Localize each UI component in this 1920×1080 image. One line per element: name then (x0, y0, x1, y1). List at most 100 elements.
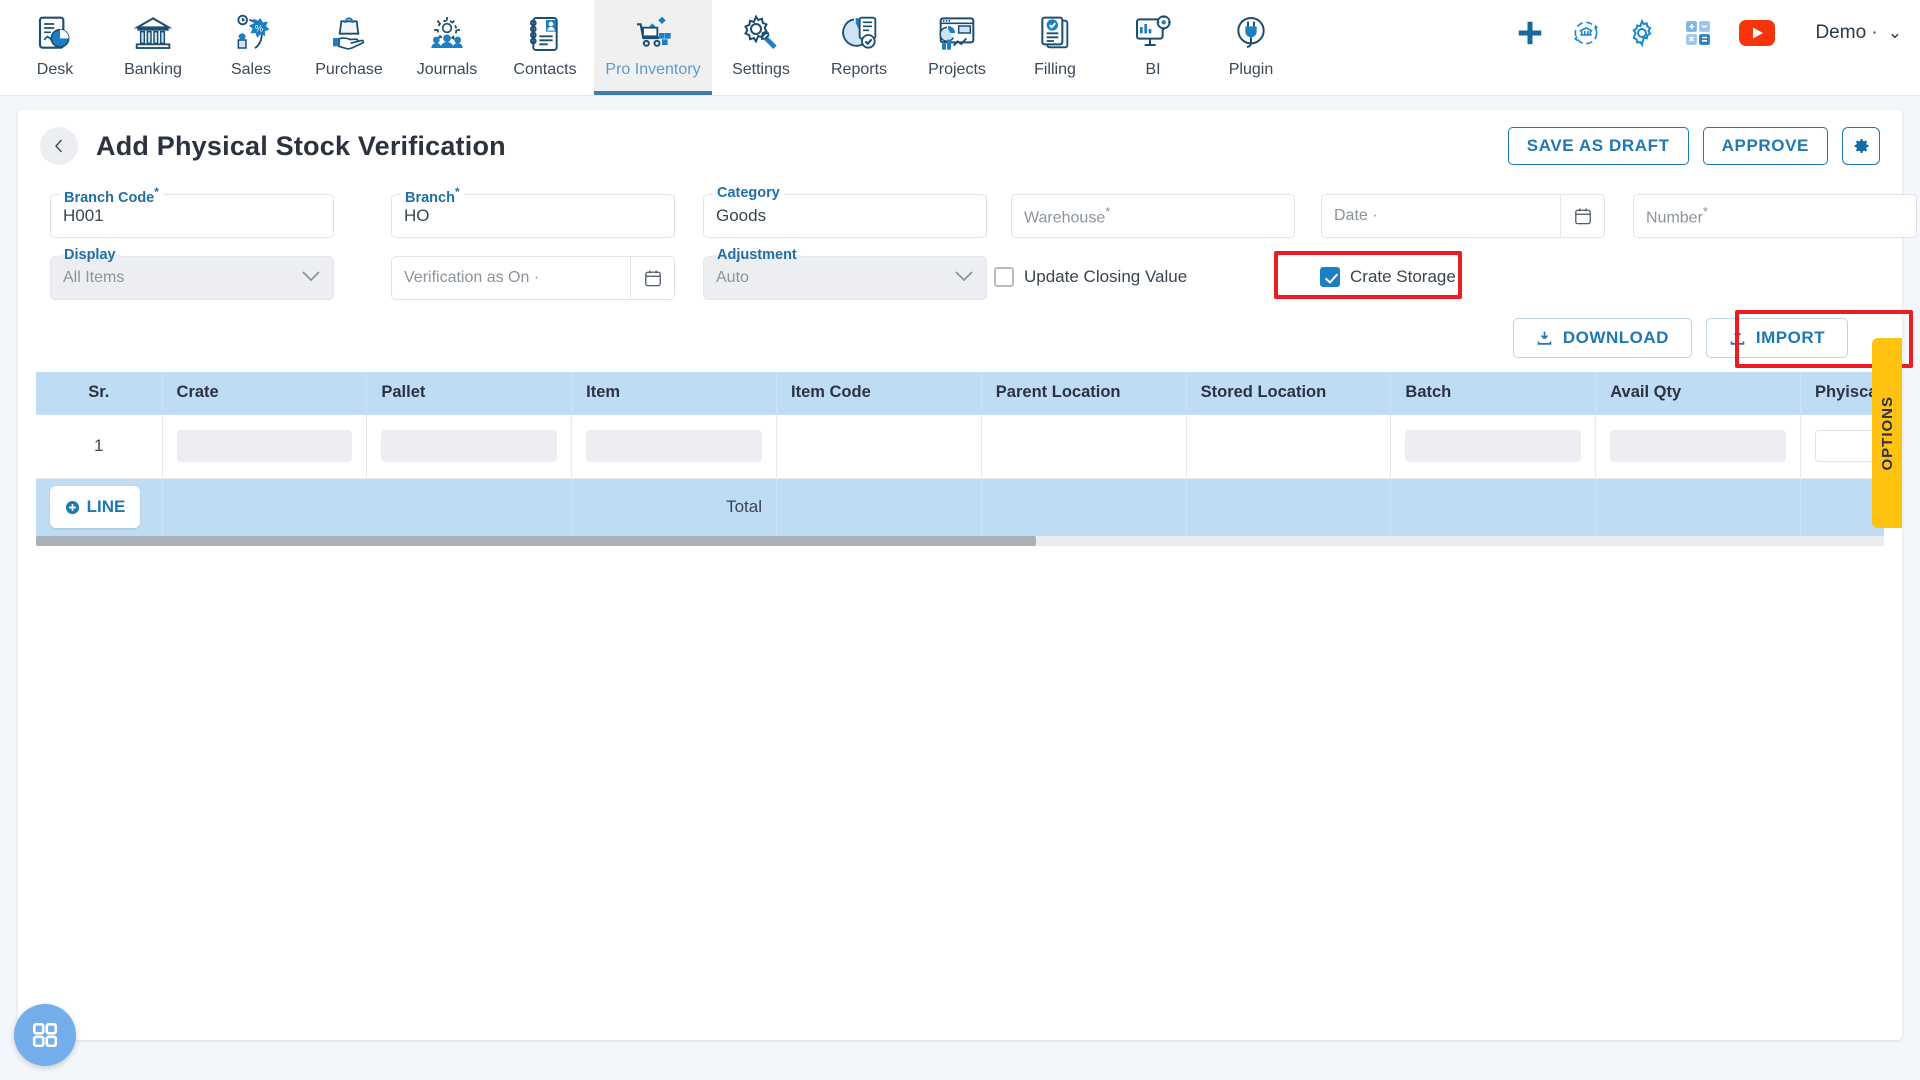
category-label: Category (713, 185, 784, 201)
user-menu-label: Demo · (1815, 22, 1878, 43)
inventory-cart-icon (633, 10, 673, 58)
column-header-crate: Crate (162, 372, 368, 415)
stock-verification-table: Sr. Crate Pallet Item Item Code Parent Locati… (36, 372, 1884, 536)
approve-button[interactable]: APPROVE (1702, 127, 1828, 165)
nav-item-label: Projects (928, 61, 986, 78)
column-header-sr: Sr. (36, 372, 163, 415)
nav-item-sales[interactable]: % Sales (202, 0, 300, 95)
nav-items-container: Desk Banking% Sales Purchase Journals Contact… (0, 0, 1300, 95)
download-icon (1537, 331, 1552, 345)
options-side-tab[interactable]: OPTIONS (1872, 338, 1902, 528)
date-calendar-button[interactable] (1560, 195, 1604, 237)
nav-item-plugin[interactable]: Plugin (1202, 0, 1300, 95)
branch-code-value: H001 (63, 206, 104, 225)
chevron-down-icon: ⌄ (1887, 23, 1902, 42)
user-menu[interactable]: Demo · ⌄ (1815, 22, 1902, 44)
display-field[interactable]: Display All Items (50, 247, 334, 300)
total-cell (1390, 478, 1597, 536)
cell-parent-location[interactable] (981, 414, 1187, 479)
gear-icon[interactable] (1627, 18, 1657, 48)
column-header-avail-qty: Avail Qty (1595, 372, 1802, 415)
item-input[interactable] (586, 430, 762, 462)
branch-code-field[interactable]: Branch Code* H001 (50, 185, 334, 238)
total-label: Total (571, 478, 777, 536)
nav-item-label: Purchase (315, 61, 383, 78)
column-header-parent-location: Parent Location (981, 372, 1187, 415)
update-closing-value-checkbox[interactable]: Update Closing Value (994, 267, 1187, 287)
plugin-plug-icon (1231, 10, 1271, 58)
contacts-book-icon (525, 10, 565, 58)
back-button[interactable] (40, 127, 78, 165)
add-line-cell: LINE (36, 478, 163, 536)
add-line-label: LINE (86, 497, 126, 517)
nav-item-filling[interactable]: Filling (1006, 0, 1104, 95)
youtube-icon[interactable] (1739, 20, 1776, 46)
cell-item-code[interactable] (776, 414, 982, 479)
number-field[interactable]: Number* (1633, 194, 1917, 238)
warehouse-field[interactable]: Warehouse* (1011, 194, 1295, 238)
crate-input[interactable] (176, 430, 353, 462)
nav-item-settings[interactable]: Settings (712, 0, 810, 95)
header-settings-button[interactable] (1842, 127, 1880, 165)
column-header-item: Item (571, 372, 777, 415)
number-placeholder: Number* (1646, 204, 1708, 227)
reports-pie-icon (839, 10, 879, 58)
verification-as-on-field[interactable]: Verification as On · (391, 256, 675, 300)
adjustment-field[interactable]: Adjustment Auto (703, 247, 987, 300)
pallet-input[interactable] (381, 430, 558, 462)
category-field[interactable]: Category Goods (703, 185, 987, 238)
warehouse-placeholder: Warehouse* (1024, 204, 1111, 227)
bank-icon (133, 10, 173, 58)
filling-docs-check-icon (1035, 10, 1075, 58)
header-actions: SAVE AS DRAFT APPROVE (1507, 127, 1880, 165)
upload-icon (1730, 330, 1745, 345)
form-area: Branch Code* H001 Branch* HO Category Go… (18, 182, 1917, 310)
bank-sync-icon[interactable] (1571, 18, 1601, 48)
column-header-stored-location: Stored Location (1186, 372, 1392, 415)
save-as-draft-button[interactable]: SAVE AS DRAFT (1507, 127, 1689, 165)
add-line-button[interactable]: LINE (50, 486, 140, 529)
nav-item-banking[interactable]: Banking (104, 0, 202, 95)
nav-item-purchase[interactable]: Purchase (300, 0, 398, 95)
verification-calendar-button[interactable] (630, 257, 674, 299)
nav-item-label: Sales (230, 61, 272, 78)
nav-item-label: Plugin (1228, 61, 1274, 78)
table-horizontal-scrollbar[interactable] (36, 536, 1884, 546)
bi-monitor-icon (1133, 10, 1173, 58)
import-label: IMPORT (1755, 328, 1825, 347)
checkbox-box (994, 267, 1014, 287)
scrollbar-thumb[interactable] (36, 536, 1036, 546)
total-spacer (162, 478, 573, 536)
total-cell (1186, 478, 1392, 536)
apps-fab-button[interactable] (14, 1004, 76, 1066)
nav-item-reports[interactable]: Reports (810, 0, 908, 95)
top-right-toolbar: Demo · ⌄ (1515, 18, 1902, 48)
cell-stored-location[interactable] (1186, 414, 1392, 479)
add-plus-icon[interactable] (1515, 18, 1545, 48)
date-placeholder: Date · (1334, 207, 1378, 224)
nav-item-projects[interactable]: Projects (908, 0, 1006, 95)
content-card: Add Physical Stock Verification SAVE AS … (18, 110, 1917, 1040)
nav-item-journals[interactable]: Journals (398, 0, 496, 95)
download-button[interactable]: DOWNLOAD (1512, 318, 1692, 358)
page-title: Add Physical Stock Verification (96, 130, 506, 161)
branch-field[interactable]: Branch* HO (391, 185, 675, 238)
import-export-actions: DOWNLOAD IMPORT (18, 310, 1913, 368)
calculator-icon[interactable] (1683, 18, 1713, 48)
nav-item-label: Pro Inventory (605, 61, 701, 78)
row-serial-number: 1 (36, 414, 163, 479)
nav-item-contacts[interactable]: Contacts (496, 0, 594, 95)
gear-icon (1854, 139, 1869, 153)
cell-pallet (366, 414, 573, 479)
svg-text:%: % (255, 24, 263, 34)
import-button[interactable]: IMPORT (1705, 318, 1848, 358)
avail-qty-input[interactable] (1610, 430, 1787, 462)
nav-item-pro-inventory[interactable]: Pro Inventory (594, 0, 712, 95)
date-field[interactable]: Date · (1321, 194, 1605, 238)
batch-input[interactable] (1405, 430, 1582, 462)
checkbox-box (1320, 267, 1340, 287)
top-navigation-bar: Desk Banking% Sales Purchase Journals Contact… (0, 0, 1920, 96)
nav-item-desk[interactable]: Desk (6, 0, 104, 95)
nav-item-bi[interactable]: BI (1104, 0, 1202, 95)
crate-storage-checkbox[interactable]: Crate Storage (1320, 267, 1456, 287)
